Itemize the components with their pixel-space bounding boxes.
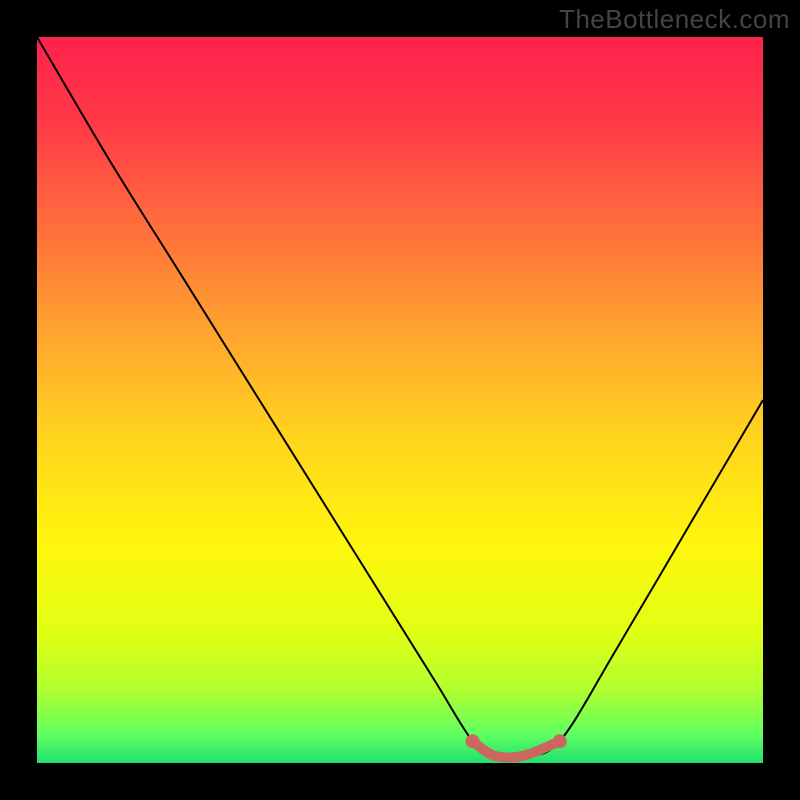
chart-container: TheBottleneck.com xyxy=(0,0,800,800)
gradient-background xyxy=(37,37,763,763)
watermark-text: TheBottleneck.com xyxy=(559,4,790,35)
plot-area xyxy=(37,37,763,763)
highlight-start-dot xyxy=(466,734,480,748)
chart-svg xyxy=(37,37,763,763)
highlight-end-dot xyxy=(553,734,567,748)
